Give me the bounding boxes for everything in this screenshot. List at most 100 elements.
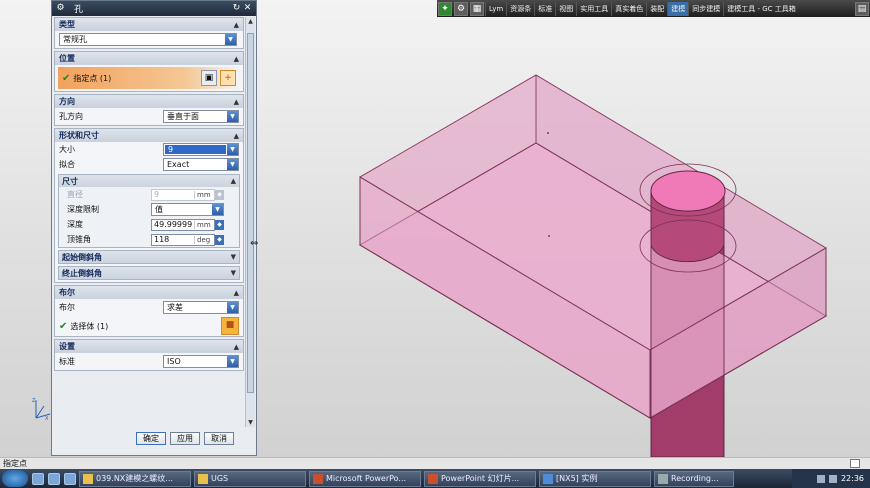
taskbar: 039.NX建模之螺纹... UGS Microsoft PowerPo... … — [0, 469, 870, 488]
depth-value: 49.99999 — [154, 220, 193, 229]
ok-button[interactable]: 确定 — [136, 432, 166, 445]
start-button[interactable] — [2, 470, 28, 487]
status-text: 指定点 — [3, 459, 27, 468]
point-dialog-icon[interactable]: + — [220, 70, 236, 86]
scroll-up-icon[interactable]: ▲ — [246, 17, 255, 26]
section-header-form[interactable]: 形状和尺寸 ▲ — [55, 129, 243, 142]
section-label: 位置 — [59, 54, 75, 63]
chevron-down-icon: ▼ — [227, 356, 238, 367]
taskbar-task[interactable]: Microsoft PowerPo... — [309, 470, 421, 487]
dialog-scrollbar[interactable]: ▲ ▼ — [245, 17, 255, 427]
section-header-type[interactable]: 类型 ▲ — [55, 18, 243, 31]
tip-angle-value: 118 — [154, 235, 170, 244]
taskbar-task[interactable]: PowerPoint 幻灯片... — [424, 470, 536, 487]
svg-text:X: X — [45, 416, 49, 422]
taskbar-task[interactable]: [NX5] 实例 — [539, 470, 651, 487]
cancel-button[interactable]: 取消 — [204, 432, 234, 445]
chevron-up-icon: ▲ — [233, 288, 239, 297]
size-select[interactable]: 9 ▼ — [163, 143, 239, 156]
section-direction: 方向 ▲ 孔方向 垂直于面 ▼ — [54, 94, 244, 126]
depth-label: 深度 — [67, 220, 83, 229]
coordinate-triad-icon: Z X — [32, 398, 51, 422]
toolbar-item-assembly[interactable]: 装配 — [646, 1, 667, 16]
toolbar-item-utilities[interactable]: 实用工具 — [576, 1, 611, 16]
toolbar-item-standard[interactable]: 标准 — [534, 1, 555, 16]
taskbar-task[interactable]: Recording... — [654, 470, 734, 487]
nx-logo-icon[interactable]: ✦ — [438, 1, 452, 16]
hole-type-value: 常规孔 — [63, 35, 87, 44]
start-chamfer-label: 起始倒斜角 — [62, 252, 102, 262]
section-header-boolean[interactable]: 布尔 ▲ — [55, 286, 243, 299]
spinner-icon[interactable]: ◆ — [215, 234, 224, 245]
chevron-down-icon: ▼ — [230, 269, 236, 277]
toolbar-item-view[interactable]: 视图 — [555, 1, 576, 16]
scroll-down-icon[interactable]: ▼ — [246, 418, 255, 427]
cube-icon[interactable]: ■ — [221, 317, 239, 335]
powerpoint-icon — [428, 473, 438, 484]
tip-angle-field[interactable]: 118 deg — [151, 233, 215, 246]
section-header-direction[interactable]: 方向 ▲ — [55, 95, 243, 108]
subsection-end-chamfer[interactable]: 终止倒斜角 ▼ — [58, 266, 240, 280]
boolean-select[interactable]: 求差 ▼ — [163, 301, 239, 314]
ie-icon[interactable] — [32, 472, 44, 485]
section-label: 形状和尺寸 — [59, 131, 99, 140]
standard-label: 标准 — [59, 357, 75, 366]
folder-icon[interactable] — [48, 472, 60, 485]
toolbar-item-lym[interactable]: Lym — [485, 1, 506, 16]
toolbar-item-shading[interactable]: 真实着色 — [611, 1, 646, 16]
chevron-down-icon: ▼ — [227, 302, 238, 313]
depth-field[interactable]: 49.99999 mm — [151, 218, 215, 231]
volume-icon[interactable] — [828, 474, 837, 483]
close-icon[interactable]: ✕ — [242, 3, 253, 14]
section-boolean: 布尔 ▲ 布尔 求差 ▼ ✔ 选择体 (1) ■ — [54, 285, 244, 337]
specify-point-row[interactable]: ✔ 指定点 (1) ▣ + — [58, 67, 240, 89]
apply-button[interactable]: 应用 — [170, 432, 200, 445]
hole-direction-select[interactable]: 垂直于面 ▼ — [163, 110, 239, 123]
task-label: Recording... — [671, 474, 719, 483]
check-icon: ✔ — [62, 72, 71, 84]
section-form: 形状和尺寸 ▲ 大小 9 ▼ 拟合 Exact ▼ 尺寸 ▲ 直径 9 mm ◆… — [54, 128, 244, 283]
hole-type-select[interactable]: 常规孔 ▼ — [59, 33, 237, 46]
depth-limit-value: 值 — [155, 205, 163, 214]
spinner-icon[interactable]: ◆ — [215, 219, 224, 230]
depth-limit-select[interactable]: 值 ▼ — [151, 203, 224, 216]
menu-icon[interactable]: ▤ — [855, 1, 869, 16]
taskbar-task[interactable]: UGS — [194, 470, 306, 487]
desktop-icon[interactable] — [64, 472, 76, 485]
toolbar-item-gc-toolbox[interactable]: 建模工具 - GC 工具箱 — [723, 1, 799, 16]
graphics-viewport[interactable] — [258, 17, 870, 457]
standard-select[interactable]: ISO ▼ — [163, 355, 239, 368]
toolbar-item-modeling[interactable]: 建模 — [667, 1, 689, 16]
diameter-label: 直径 — [67, 190, 83, 199]
hole-dialog: ⚙ 孔 ↻ ✕ 类型 ▲ 常规孔 ▼ 位置 ▲ ✔ 指定点 (1) ▣ + 方向… — [51, 0, 257, 456]
fit-select[interactable]: Exact ▼ — [163, 158, 239, 171]
resize-cursor-icon: ⇔ — [250, 238, 259, 249]
subsection-start-chamfer[interactable]: 起始倒斜角 ▼ — [58, 250, 240, 264]
taskbar-task[interactable]: 039.NX建模之螺纹... — [79, 470, 191, 487]
chevron-down-icon: ▼ — [212, 204, 223, 215]
boolean-value: 求差 — [167, 303, 183, 312]
section-header-settings[interactable]: 设置 ▲ — [55, 340, 243, 353]
toolbar-item-resource[interactable]: 资源条 — [506, 1, 534, 16]
scroll-thumb[interactable] — [247, 33, 254, 393]
tip-angle-label: 顶锥角 — [67, 235, 91, 244]
chevron-up-icon: ▲ — [233, 97, 239, 106]
gear-icon[interactable]: ⚙ — [454, 1, 468, 16]
hole-direction-label: 孔方向 — [59, 112, 83, 121]
grid-icon[interactable]: ▦ — [470, 1, 484, 16]
section-position: 位置 ▲ ✔ 指定点 (1) ▣ + — [54, 51, 244, 92]
clock[interactable]: 22:36 — [841, 474, 864, 483]
reset-icon[interactable]: ↻ — [231, 3, 242, 14]
sketch-section-icon[interactable]: ▣ — [201, 70, 217, 86]
gear-icon[interactable]: ⚙ — [55, 3, 66, 14]
task-label: UGS — [211, 474, 229, 483]
section-label: 类型 — [59, 20, 75, 29]
end-chamfer-label: 终止倒斜角 — [62, 268, 102, 278]
toolbar-item-sync-modeling[interactable]: 同步建模 — [688, 1, 723, 16]
section-header-position[interactable]: 位置 ▲ — [55, 52, 243, 65]
subsection-header-dimensions[interactable]: 尺寸 ▲ — [59, 175, 239, 187]
section-type: 类型 ▲ 常规孔 ▼ — [54, 17, 244, 49]
network-icon[interactable] — [816, 474, 825, 483]
fullscreen-icon[interactable] — [850, 459, 860, 468]
section-settings: 设置 ▲ 标准 ISO ▼ — [54, 339, 244, 371]
